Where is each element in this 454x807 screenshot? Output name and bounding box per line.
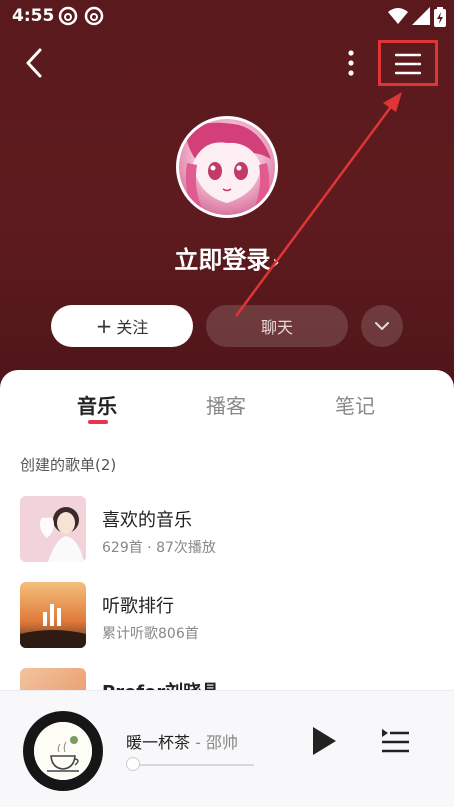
play-icon[interactable] [310,725,338,757]
created-playlists-heading: 创建的歌单(2) [20,456,117,474]
album-disc[interactable] [23,711,103,791]
netease-music-icon [58,6,78,26]
login-label: 立即登录 [174,246,271,274]
mini-player[interactable]: 暖一杯茶 - 邵帅 [0,690,454,807]
battery-icon [434,7,446,27]
tab-notes[interactable]: 笔记 [335,390,375,419]
profile-header: 4:55 立即登录 › + 关注 聊天 [0,0,454,400]
status-bar: 4:55 [0,0,454,34]
wifi-icon [388,8,408,24]
avatar[interactable] [176,116,278,218]
signal-icon [412,7,430,25]
playlist-title: 喜欢的音乐 [102,510,192,531]
playlist-meta: 累计听歌806首 [102,626,199,642]
expand-button[interactable] [361,305,403,347]
back-icon[interactable] [20,44,50,82]
status-time: 4:55 [12,6,55,26]
more-vertical-icon[interactable] [340,48,362,78]
playlist-item[interactable]: 喜欢的音乐 629首 · 87次播放 [20,496,440,564]
active-tab-indicator [88,420,108,424]
menu-button[interactable] [378,40,438,86]
playlist-cover [20,582,86,648]
netease-music-icon [84,6,104,26]
tab-podcast[interactable]: 播客 [206,390,246,419]
progress-knob[interactable] [126,757,140,771]
now-playing-title[interactable]: 暖一杯茶 - 邵帅 [126,729,238,753]
follow-button[interactable]: + 关注 [51,305,193,347]
chevron-right-icon: › [272,252,280,273]
anime-avatar-image [185,122,271,211]
login-link[interactable]: 立即登录 › [0,240,454,275]
listening-rank-cover-image [20,582,86,648]
tea-cover-image [34,722,92,780]
chevron-down-icon [375,322,389,330]
follow-label: 关注 [116,318,149,337]
liked-music-cover-image [20,496,86,562]
chat-label: 聊天 [260,318,293,337]
chat-button[interactable]: 聊天 [206,305,348,347]
progress-track[interactable] [128,764,254,766]
playlist-cover [20,496,86,562]
playlist-queue-icon[interactable] [380,727,410,755]
playlist-meta: 629首 · 87次播放 [102,540,216,556]
playlist-item[interactable]: 听歌排行 累计听歌806首 [20,582,440,650]
album-cover [34,722,92,780]
song-artist: - 邵帅 [190,733,238,752]
tab-music[interactable]: 音乐 [77,390,117,419]
playlist-title: 听歌排行 [102,596,174,617]
menu-icon [395,53,421,75]
plus-icon: + [95,314,113,338]
song-title: 暖一杯茶 [126,733,191,752]
